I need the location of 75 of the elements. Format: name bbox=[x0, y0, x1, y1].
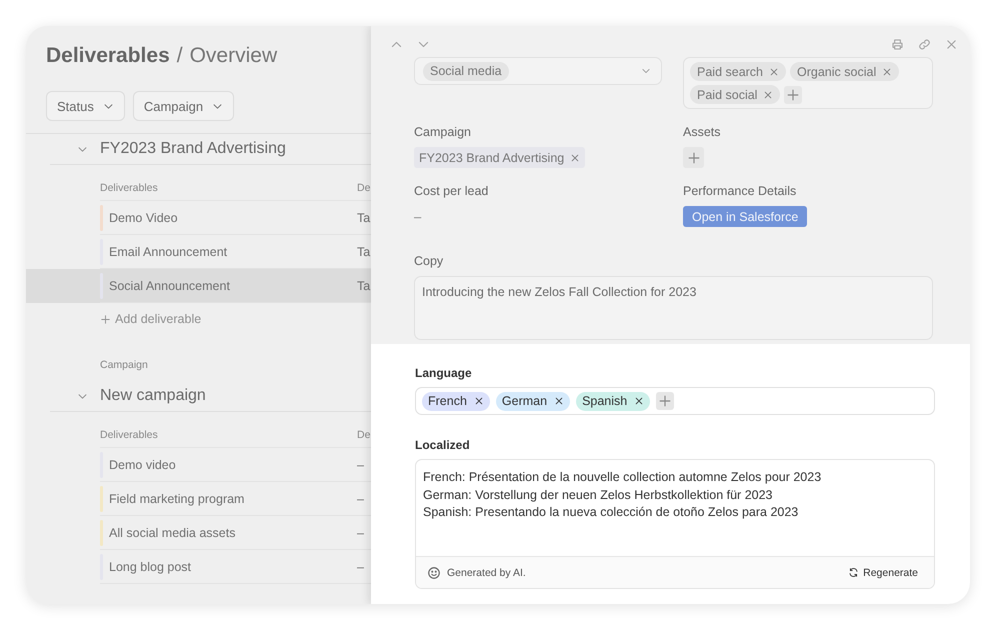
table-cell-text: Email Announcement bbox=[109, 244, 228, 258]
field-label: Performance Details bbox=[683, 184, 798, 198]
field-label: Assets bbox=[683, 125, 722, 139]
table-row[interactable]: Social Announcement Ta bbox=[26, 269, 371, 303]
language-field[interactable]: French German Spanish bbox=[415, 387, 935, 415]
table-row[interactable]: Demo Video Ta bbox=[26, 201, 371, 235]
tag-chip: Social media bbox=[423, 62, 509, 80]
tag-chip[interactable]: Organic social bbox=[790, 62, 900, 81]
add-deliverable-button[interactable]: Add deliverable bbox=[100, 309, 202, 329]
tag-chip[interactable]: FY2023 Brand Advertising bbox=[414, 147, 586, 168]
remove-icon bbox=[634, 396, 644, 406]
field-label: Campaign bbox=[414, 125, 472, 139]
field-label: Language bbox=[415, 366, 473, 380]
ai-note: Generated by AI. bbox=[447, 566, 526, 578]
add-button[interactable] bbox=[683, 147, 704, 168]
remove-icon bbox=[474, 396, 484, 406]
table-cell-text: Demo video bbox=[109, 458, 177, 472]
table-row[interactable]: All social media assets – bbox=[26, 516, 371, 550]
table-cell: – bbox=[357, 492, 364, 506]
table-row[interactable]: Field marketing program – bbox=[26, 482, 371, 516]
breadcrumb-separator: / bbox=[176, 43, 183, 69]
page-subtitle: Overview bbox=[190, 43, 278, 69]
remove-icon bbox=[763, 90, 774, 100]
remove-icon bbox=[882, 66, 892, 76]
field-value: – bbox=[414, 208, 422, 226]
table-cell-text: Long blog post bbox=[109, 560, 192, 574]
table-cell-text: Social Announcement bbox=[109, 278, 231, 292]
table-row[interactable]: Demo video – bbox=[26, 448, 371, 482]
refresh-icon bbox=[848, 567, 860, 578]
remove-icon bbox=[570, 152, 580, 162]
table-cell: Ta bbox=[357, 278, 370, 292]
plus-icon bbox=[686, 150, 700, 164]
copy-field[interactable]: Introducing the new Zelos Fall Collection for 2023 bbox=[414, 276, 933, 340]
regenerate-button[interactable]: Regenerate bbox=[848, 566, 918, 578]
field-label: Localized bbox=[415, 438, 471, 452]
plus-icon bbox=[100, 314, 111, 324]
table-cell: – bbox=[357, 526, 364, 540]
remove-icon bbox=[554, 396, 564, 406]
group-title: New campaign bbox=[100, 387, 206, 405]
chevron-down-icon bbox=[641, 66, 651, 76]
page-title: Deliverables bbox=[46, 43, 170, 69]
table-cell: – bbox=[357, 458, 364, 472]
remove-icon bbox=[769, 66, 780, 76]
select-field[interactable]: Social media bbox=[414, 57, 662, 85]
smiley-icon bbox=[427, 566, 441, 580]
table-row[interactable]: Long blog post – bbox=[26, 550, 371, 584]
column-header: Deliverables bbox=[100, 428, 159, 440]
tags-field[interactable]: Paid search Organic social Paid social bbox=[683, 57, 933, 109]
add-icon[interactable] bbox=[656, 392, 674, 410]
table-cell-text: Field marketing program bbox=[109, 492, 246, 506]
tag-chip[interactable]: Paid search bbox=[690, 62, 786, 81]
add-icon[interactable] bbox=[784, 86, 802, 104]
table-cell-text: All social media assets bbox=[109, 526, 236, 540]
filter-dropdown[interactable]: Status bbox=[46, 91, 125, 121]
field-label: Copy bbox=[414, 254, 444, 268]
tag-chip[interactable]: Paid social bbox=[690, 85, 780, 104]
localized-text[interactable]: French: Présentation de la nouvelle collection automne Zelos pour 2023 German: Vorstellung der neuen Zelos Herbstkollektion für 2023 Spanish: Presentando la nueva colección de otoño Zelos para 2023 bbox=[416, 460, 934, 556]
column-header: De bbox=[357, 428, 370, 440]
table-cell: Ta bbox=[357, 210, 370, 224]
group-caption: Campaign bbox=[99, 359, 149, 371]
column-header: Deliverables bbox=[100, 182, 159, 194]
language-tag[interactable]: French bbox=[422, 392, 490, 410]
open-in-salesforce-button[interactable]: Open in Salesforce bbox=[683, 206, 808, 227]
table-cell: Ta bbox=[357, 244, 370, 258]
close-icon[interactable] bbox=[945, 38, 958, 51]
language-tag[interactable]: Spanish bbox=[576, 392, 650, 410]
language-tag[interactable]: German bbox=[496, 392, 570, 410]
column-header: De bbox=[357, 182, 370, 194]
field-label: Cost per lead bbox=[414, 184, 490, 198]
table-cell: – bbox=[357, 560, 364, 574]
table-cell-text: Demo Video bbox=[109, 210, 179, 224]
filter-dropdown[interactable]: Campaign bbox=[132, 91, 234, 121]
print-icon[interactable] bbox=[891, 38, 904, 51]
group-title: FY2023 Brand Advertising bbox=[100, 140, 286, 158]
link-icon[interactable] bbox=[918, 38, 931, 51]
